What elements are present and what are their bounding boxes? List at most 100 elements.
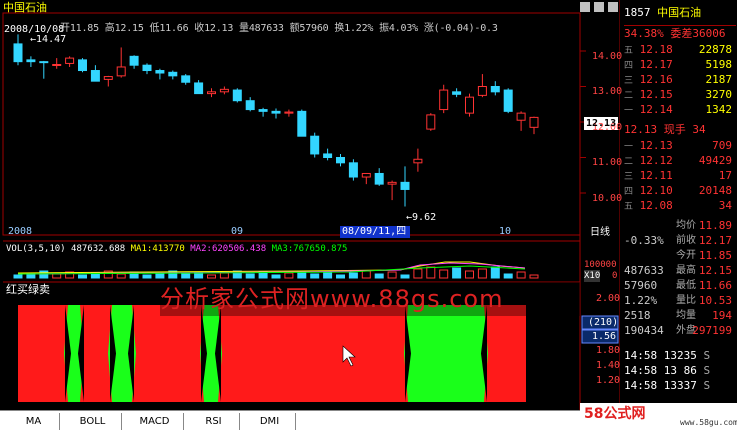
candle-body	[348, 162, 358, 178]
stat-label: 前收	[676, 235, 696, 246]
tab-macd[interactable]: MACD	[126, 413, 184, 430]
tab-boll[interactable]: BOLL	[64, 413, 122, 430]
bid-price: 12.08	[639, 199, 673, 212]
stat-value: 1.22%	[624, 294, 658, 307]
tab-ma[interactable]: MA	[8, 413, 60, 430]
tick-time: 14:58	[624, 364, 658, 377]
stat-value: 10.53	[698, 294, 732, 307]
close-icon[interactable]	[608, 2, 618, 12]
volume-bar	[465, 270, 474, 279]
candle-body	[271, 110, 281, 114]
candle-body	[155, 70, 165, 74]
high-marker: ←14.47	[30, 34, 67, 45]
stat-row: 均价 11.89	[624, 218, 736, 233]
volume-bar	[400, 274, 410, 279]
minimize-icon[interactable]	[580, 2, 590, 12]
ask-vol: 1342	[705, 103, 733, 116]
bid-row: 四 12.10 20148	[624, 183, 736, 198]
ask-price: 12.18	[639, 43, 673, 56]
ma2-value: 620506.438	[211, 244, 267, 254]
volume-bar	[78, 274, 87, 279]
y-tick: 10.00	[592, 193, 623, 204]
low-marker-value: 9.62	[412, 212, 437, 223]
ask-label: 二	[624, 91, 634, 101]
volume-bar	[271, 274, 281, 279]
stock-name: 中国石油	[3, 1, 47, 14]
volume-bar	[52, 273, 62, 279]
stat-value: 11.89	[698, 219, 732, 232]
candle-body	[452, 91, 462, 95]
stat-label: 量比	[676, 295, 696, 306]
candle-body	[194, 82, 204, 95]
high-label: 高	[104, 23, 115, 34]
y-tick: 13.00	[592, 86, 623, 97]
ma1-value: 413770	[152, 244, 185, 254]
y-tick: 11.00	[592, 157, 623, 168]
ma3-value: 767650.875	[293, 244, 348, 254]
volume-bar	[245, 273, 255, 279]
amount-value: 57960	[299, 23, 329, 34]
candle-body	[477, 86, 487, 96]
tick-row: 14:58 13337 S	[624, 378, 736, 393]
open-value: 11.85	[69, 23, 99, 34]
stat-value: 2518	[624, 309, 651, 322]
volume-bar	[39, 270, 49, 279]
quote-panel: 1857 中国石油 34.38% 委差36006 五 12.18 22878 四 1…	[622, 0, 737, 431]
candle-body	[465, 96, 474, 114]
ask-price: 12.14	[639, 103, 673, 116]
volume-bar	[155, 272, 165, 279]
volume-bar	[452, 267, 462, 279]
tab-dmi[interactable]: DMI	[244, 413, 296, 430]
date-label-year: 2008	[8, 226, 33, 237]
stat-row: 今开 11.85	[624, 248, 736, 263]
diff-label: 委差	[670, 27, 693, 40]
chart-canvas[interactable]	[0, 0, 620, 431]
close-value: 12.13	[204, 23, 234, 34]
logo-url: www.58gu.com	[680, 418, 737, 427]
candle-body	[336, 157, 345, 164]
candle-body	[503, 89, 513, 112]
high-marker-value: 14.47	[36, 34, 67, 45]
vol-y-unit: X10	[584, 270, 601, 282]
stat-value: 12.17	[698, 234, 732, 247]
turnover-value: 1.22%	[344, 23, 374, 34]
ask-row: 三 12.16 2187	[624, 72, 736, 87]
bid-row: 一 12.13 709	[624, 138, 736, 153]
candle-body	[413, 158, 423, 164]
volume-bar	[336, 274, 345, 279]
candle-body	[439, 89, 449, 111]
volume-legend: VOL(3,5,10) 487632.688 MA1:413770 MA2:62…	[6, 243, 347, 255]
indicator-title: 红买绿卖	[6, 283, 50, 296]
volume-bar	[426, 266, 436, 279]
candle-body	[129, 55, 139, 66]
open-label: 开	[60, 23, 70, 34]
amplitude-value: 4.03%	[388, 23, 418, 34]
ask-row: 五 12.18 22878	[624, 42, 736, 57]
volume-bar	[116, 273, 126, 279]
ask-price: 12.17	[639, 58, 673, 71]
volume-bar	[413, 268, 423, 279]
stat-row: 57960 最低 11.66	[624, 278, 736, 293]
vol-value: 487632.688	[71, 244, 126, 254]
volume-bar	[439, 269, 449, 279]
change-pct: -0.3	[474, 23, 498, 34]
candle-body	[297, 110, 307, 137]
logo-brand: 58公式网	[584, 406, 646, 422]
ask-label: 四	[624, 61, 634, 71]
tab-rsi[interactable]: RSI	[188, 413, 240, 430]
change-label: 涨	[423, 23, 434, 34]
ask-vol: 5198	[705, 58, 733, 71]
bid-vol: 49429	[698, 154, 732, 167]
stat-row: 1.22% 量比 10.53	[624, 293, 736, 308]
period-label[interactable]: 日线	[590, 227, 610, 239]
candle-body	[310, 135, 320, 155]
stat-value: 297199	[692, 324, 732, 337]
ask-row: 一 12.14 1342	[624, 102, 736, 117]
bid-vol: 17	[718, 169, 732, 182]
stat-label: 均量	[676, 310, 696, 321]
candle-body	[490, 86, 500, 93]
candlestick-series[interactable]	[13, 34, 539, 207]
ask-vol: 2187	[705, 73, 733, 86]
restore-icon[interactable]	[594, 2, 604, 12]
bid-row: 五 12.08 34	[624, 198, 736, 213]
